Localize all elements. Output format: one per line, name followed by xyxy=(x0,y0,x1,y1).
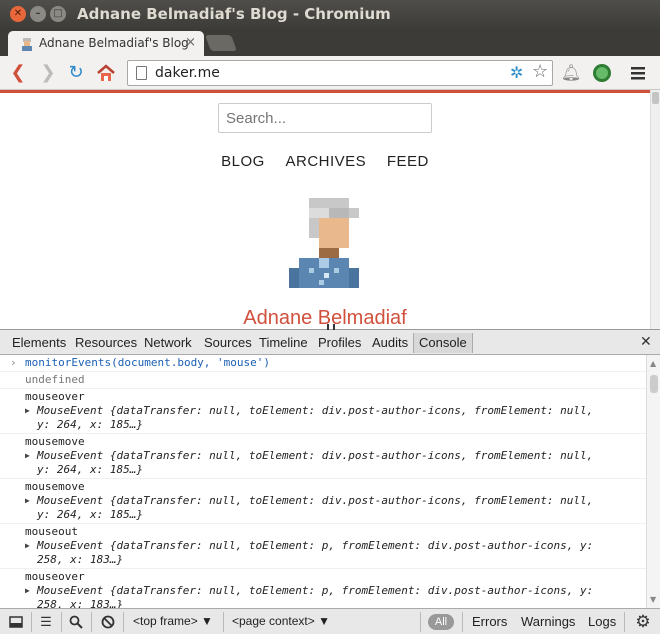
event-name: mousemove xyxy=(25,435,85,448)
event-object-line: y: 264, x: 185…} xyxy=(37,418,143,431)
tab-network[interactable]: Network xyxy=(144,335,192,350)
expand-triangle-icon[interactable]: ▶ xyxy=(25,449,30,463)
nav-feed-link[interactable]: FEED xyxy=(387,153,429,170)
event-object-line: MouseEvent {dataTransfer: null, toElemen… xyxy=(37,584,594,597)
tab-close-icon[interactable]: × xyxy=(185,35,196,50)
clear-console-icon[interactable] xyxy=(98,613,118,631)
frame-select[interactable]: <top frame> ▼ xyxy=(133,614,213,628)
scroll-down-icon[interactable]: ▼ xyxy=(650,595,656,604)
tab-audits[interactable]: Audits xyxy=(372,335,408,350)
new-tab-button[interactable] xyxy=(205,35,237,51)
forward-arrow-icon[interactable]: ❯ xyxy=(36,61,60,85)
expand-triangle-icon[interactable]: ▶ xyxy=(25,404,30,418)
home-icon[interactable] xyxy=(94,61,118,85)
page-icon xyxy=(136,66,147,80)
event-object-line: y: 264, x: 185…} xyxy=(37,508,143,521)
settings-gear-icon[interactable]: ⚙ xyxy=(632,613,654,631)
tab-timeline[interactable]: Timeline xyxy=(259,335,308,350)
window-titlebar: ✕ – □ Adnane Belmadiaf's Blog - Chromium xyxy=(0,0,660,28)
event-object-line: y: 264, x: 185…} xyxy=(37,463,143,476)
event-object-line: 258, x: 183…} xyxy=(37,598,124,608)
event-name: mouseover xyxy=(25,390,85,403)
author-avatar xyxy=(289,198,359,288)
dock-icon[interactable] xyxy=(6,613,26,631)
address-bar[interactable]: daker.me ✲ ☆ xyxy=(127,60,553,86)
console-event-entry[interactable]: mouseout ▶ MouseEvent {dataTransfer: null,… xyxy=(0,524,646,569)
console-command: › monitorEvents(document.body, 'mouse') xyxy=(0,355,646,372)
event-object-line: MouseEvent {dataTransfer: null, toElemen… xyxy=(37,539,594,552)
extension-green-icon[interactable] xyxy=(590,61,614,85)
favicon-icon xyxy=(22,38,32,51)
url-text: daker.me xyxy=(155,65,220,81)
window-maximize-button[interactable]: □ xyxy=(50,6,66,22)
filter-warnings-button[interactable]: Warnings xyxy=(521,614,575,629)
event-object[interactable]: ▶ MouseEvent {dataTransfer: null, toEleme… xyxy=(25,584,642,608)
tab-strip: Adnane Belmadiaf's Blog × xyxy=(0,28,660,57)
nav-blog-link[interactable]: BLOG xyxy=(221,153,265,170)
window-minimize-button[interactable]: – xyxy=(30,6,46,22)
event-object-line: 258, x: 183…} xyxy=(37,553,124,566)
search-icon[interactable] xyxy=(66,613,86,631)
devtools-tabbar: Elements Resources Network Sources Timel… xyxy=(0,324,660,355)
tab-console[interactable]: Console xyxy=(413,333,473,353)
devtools-panel: Elements Resources Network Sources Timel… xyxy=(0,324,660,634)
devtools-bottom-bar: ☰ <top frame> ▼ <page context> ▼ All Err… xyxy=(0,608,660,634)
expand-triangle-icon[interactable]: ▶ xyxy=(25,494,30,508)
event-object[interactable]: ▶ MouseEvent {dataTransfer: null, toEleme… xyxy=(25,449,642,477)
nav-archives-link[interactable]: ARCHIVES xyxy=(285,153,366,170)
filter-all-button[interactable]: All xyxy=(428,614,454,630)
search-input[interactable] xyxy=(218,103,432,133)
event-object[interactable]: ▶ MouseEvent {dataTransfer: null, toEleme… xyxy=(25,494,642,522)
tab-resources[interactable]: Resources xyxy=(75,335,137,350)
tab-profiles[interactable]: Profiles xyxy=(318,335,361,350)
scroll-up-icon[interactable]: ▲ xyxy=(650,359,656,368)
event-object[interactable]: ▶ MouseEvent {dataTransfer: null, toEleme… xyxy=(25,404,642,432)
menu-icon[interactable] xyxy=(626,61,650,85)
console-event-entry[interactable]: mousemove ▶ MouseEvent {dataTransfer: null… xyxy=(0,479,646,524)
tab-elements[interactable]: Elements xyxy=(12,335,66,350)
event-name: mouseout xyxy=(25,525,78,538)
event-name: mousemove xyxy=(25,480,85,493)
bell-icon[interactable]: 🔔︎ xyxy=(559,61,583,85)
devtools-close-icon[interactable]: ✕ xyxy=(640,334,652,350)
event-object-line: MouseEvent {dataTransfer: null, toElemen… xyxy=(37,449,594,462)
console-scrollbar[interactable]: ▲ ▼ xyxy=(646,355,660,608)
back-arrow-icon[interactable]: ❮ xyxy=(6,61,30,85)
filter-logs-button[interactable]: Logs xyxy=(588,614,616,629)
page-scrollbar[interactable] xyxy=(650,90,660,329)
reload-icon[interactable]: ↻ xyxy=(64,61,88,85)
event-object[interactable]: ▶ MouseEvent {dataTransfer: null, toEleme… xyxy=(25,539,642,567)
bookmark-star-icon[interactable]: ☆ xyxy=(532,61,548,82)
resize-handle[interactable] xyxy=(327,324,335,330)
window-title: Adnane Belmadiaf's Blog - Chromium xyxy=(77,5,391,23)
page-viewport: BLOG ARCHIVES FEED Adnane Belmadiaf xyxy=(0,93,650,329)
browser-tab[interactable]: Adnane Belmadiaf's Blog × xyxy=(8,31,204,57)
show-drawer-icon[interactable]: ☰ xyxy=(36,613,56,631)
console-log: › monitorEvents(document.body, 'mouse') … xyxy=(0,355,646,608)
console-result: undefined xyxy=(0,372,646,389)
expand-triangle-icon[interactable]: ▶ xyxy=(25,539,30,553)
browser-toolbar: ❮ ❯ ↻ daker.me ✲ ☆ 🔔︎ xyxy=(0,56,660,90)
window-close-button[interactable]: ✕ xyxy=(10,6,26,22)
event-object-line: MouseEvent {dataTransfer: null, toElemen… xyxy=(37,404,594,417)
tab-label: Adnane Belmadiaf's Blog xyxy=(39,36,189,50)
console-event-entry[interactable]: mousemove ▶ MouseEvent {dataTransfer: null… xyxy=(0,434,646,479)
site-nav: BLOG ARCHIVES FEED xyxy=(0,153,650,170)
filter-errors-button[interactable]: Errors xyxy=(472,614,507,629)
tab-sources[interactable]: Sources xyxy=(204,335,252,350)
expand-triangle-icon[interactable]: ▶ xyxy=(25,584,30,598)
event-object-line: MouseEvent {dataTransfer: null, toElemen… xyxy=(37,494,594,507)
author-name[interactable]: Adnane Belmadiaf xyxy=(0,307,650,329)
console-event-entry[interactable]: mouseover ▶ MouseEvent {dataTransfer: null… xyxy=(0,389,646,434)
console-event-entry[interactable]: mouseover ▶ MouseEvent {dataTransfer: null… xyxy=(0,569,646,608)
prompt-chevron-icon: › xyxy=(10,356,17,369)
context-select[interactable]: <page context> ▼ xyxy=(232,614,330,628)
event-name: mouseover xyxy=(25,570,85,583)
extension-icon[interactable]: ✲ xyxy=(510,63,523,82)
